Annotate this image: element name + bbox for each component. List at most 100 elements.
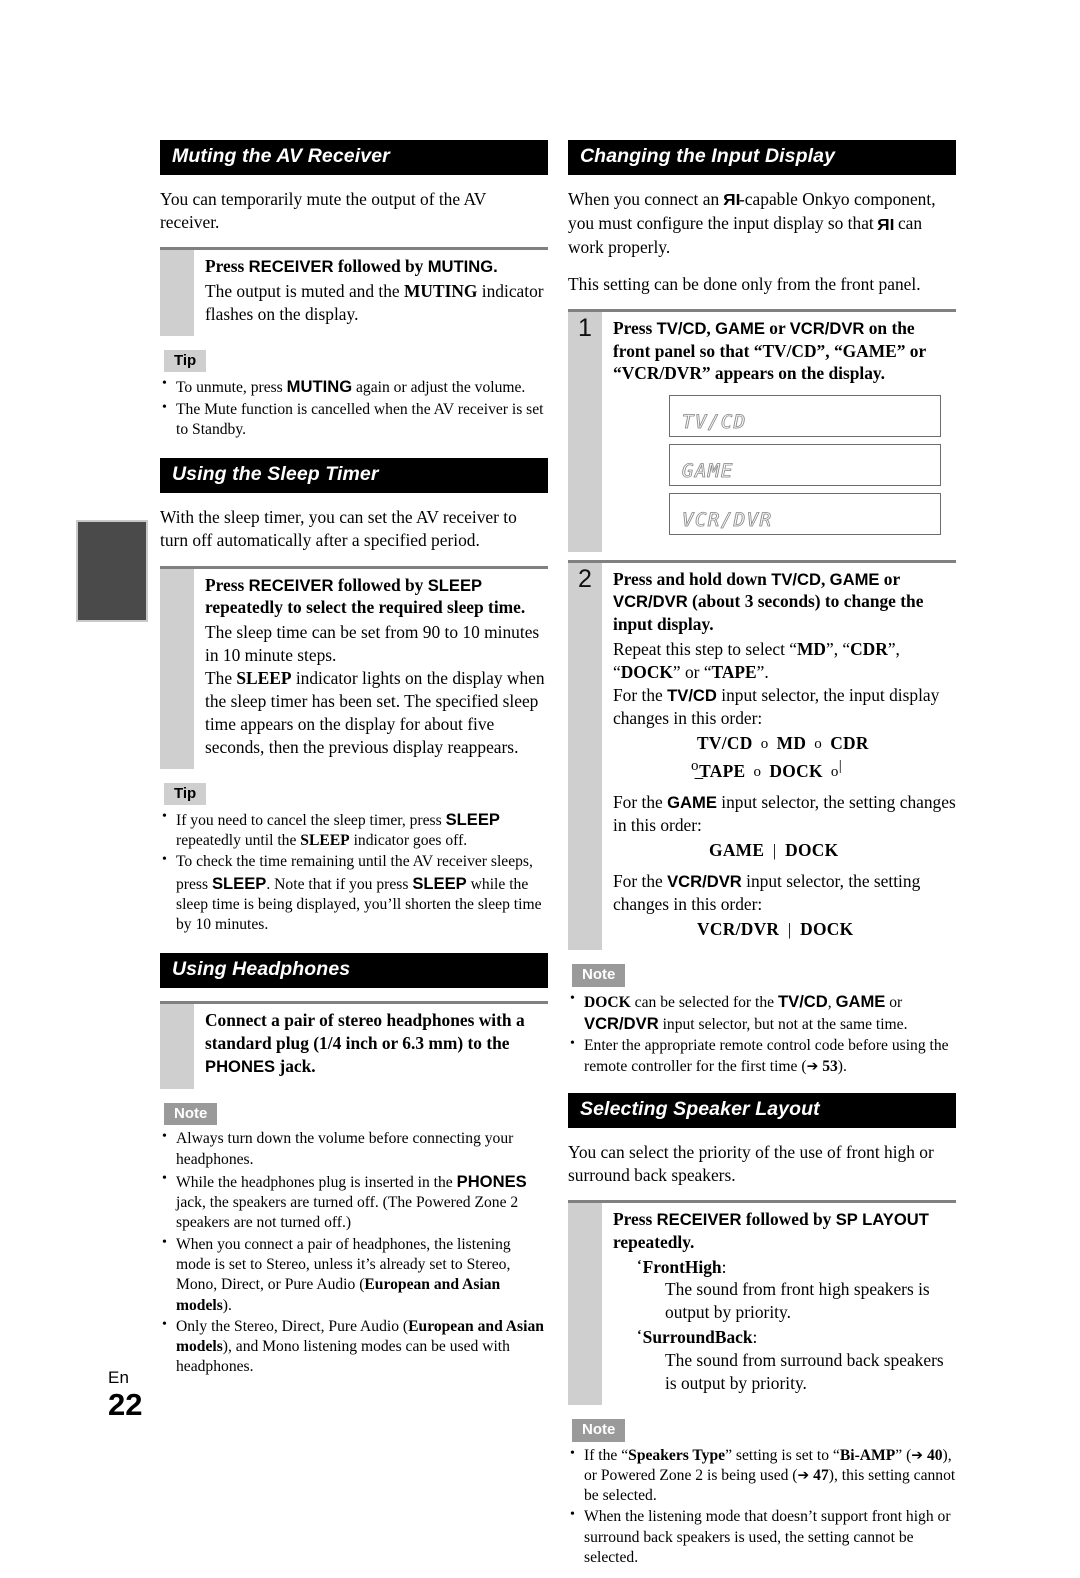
text-run: For the — [613, 870, 668, 891]
section-heading-sleep-timer: Using the Sleep Timer — [160, 458, 548, 493]
thumb-index-tab — [76, 520, 148, 622]
key-name: RECEIVER — [656, 1210, 742, 1230]
speaker-option-front-high-desc: The sound from front high speakers is ou… — [665, 1279, 930, 1323]
text-run: or — [764, 317, 790, 338]
step-gutter — [568, 1203, 602, 1406]
sleep-timer-step-block: Press RECEIVER followed by SLEEP repeate… — [160, 565, 548, 769]
key-name: TV/CD — [777, 991, 828, 1011]
key-name: SLEEP — [427, 575, 483, 595]
cycle-arrow-icon: | — [838, 758, 843, 775]
flow-node: VCR/DVR — [697, 918, 780, 939]
lcd-text: TV/CD — [682, 410, 747, 434]
headphones-step-lead: Connect a pair of stereo headphones with… — [205, 1009, 548, 1077]
option-name: MD — [797, 638, 826, 659]
step-body: Press TV/CD, GAME or VCR/DVR on the fron… — [602, 312, 956, 552]
list-item: When the listening mode that doesn’t sup… — [568, 1506, 956, 1568]
page-ref: 47 — [813, 1466, 829, 1484]
speaker-option-surround-back: ‘SurroundBack: — [637, 1327, 758, 1348]
input-display-intro: When you connect an RI-capable Onkyo com… — [568, 188, 956, 260]
text-run: , — [706, 317, 716, 338]
setting-value: Bi-AMP — [839, 1446, 896, 1464]
step-body: Press RECEIVER followed by SP LAYOUT rep… — [602, 1203, 956, 1405]
list-item: To check the time remaining until the AV… — [160, 851, 548, 935]
step-1-lead: Press TV/CD, GAME or VCR/DVR on the fron… — [613, 317, 956, 385]
option-name: FrontHigh — [642, 1256, 722, 1277]
list-item: Only the Stereo, Direct, Pure Audio (Eur… — [160, 1316, 548, 1378]
option-name: CDR — [850, 638, 888, 659]
text-run: Press — [613, 1209, 657, 1230]
lcd-display-game: GAME — [669, 443, 941, 486]
list-item: To unmute, press MUTING again or adjust … — [160, 375, 548, 398]
flow-node: TV/CD — [697, 732, 753, 753]
cycle-arrow-icon: o — [806, 735, 831, 752]
model-name: European and Asian models — [176, 1317, 544, 1356]
ri-logo-icon: RI — [878, 216, 894, 234]
key-name: TV/CD — [656, 318, 707, 338]
input-display-intro-2: This setting can be done only from the f… — [568, 273, 921, 294]
sleep-step-lead: Press RECEIVER followed by SLEEP repeate… — [205, 574, 548, 619]
text-run: repeatedly to select the required sleep … — [205, 597, 526, 618]
flow-node: GAME — [709, 840, 765, 861]
text-run: jack. — [275, 1055, 316, 1076]
setting-name: Speakers Type — [628, 1446, 726, 1464]
section-heading-speaker-layout: Selecting Speaker Layout — [568, 1092, 956, 1128]
text-run: For the — [613, 684, 668, 705]
input-display-note-list: DOCK can be selected for the TV/CD, GAME… — [568, 990, 956, 1077]
page-ref: 53 — [822, 1057, 838, 1075]
step-body: Connect a pair of stereo headphones with… — [194, 1004, 548, 1089]
page-ref: 40 — [926, 1446, 943, 1464]
muting-step-block: Press RECEIVER followed by MUTING. The o… — [160, 247, 548, 337]
key-name: SLEEP — [445, 809, 500, 829]
text-run: Press and hold down — [613, 568, 772, 589]
sleep-tip-list: If you need to cancel the sleep timer, p… — [160, 808, 548, 936]
step-body: Press and hold down TV/CD, GAME or VCR/D… — [602, 563, 956, 951]
left-column: Muting the AV Receiver You can temporari… — [160, 140, 548, 1388]
key-name: MUTING — [286, 377, 353, 397]
sleep-step-text-1: The sleep time can be set from 90 to 10 … — [205, 621, 540, 665]
flow-game: GAME | DOCK — [613, 840, 956, 862]
cycle-arrow-icon: | — [768, 841, 782, 861]
section-heading-headphones: Using Headphones — [160, 953, 548, 989]
speaker-layout-step-block: Press RECEIVER followed by SP LAYOUT rep… — [568, 1200, 956, 1406]
section-heading-input-display: Changing the Input Display — [568, 140, 956, 175]
page-ref-arrow-icon: ➔ — [806, 1058, 819, 1075]
input-display-step-1: 1 Press TV/CD, GAME or VCR/DVR on the fr… — [568, 308, 956, 552]
text-run: ” or “ — [672, 661, 712, 682]
option-name: TAPE — [711, 661, 757, 682]
flow-node: TAPE — [699, 761, 746, 782]
key-name: SLEEP — [412, 873, 467, 893]
ri-logo-icon: RI — [723, 192, 740, 210]
sleep-timer-intro: With the sleep timer, you can set the AV… — [160, 506, 517, 551]
indicator-name: MUTING — [404, 281, 478, 302]
step-number-2: 2 — [568, 562, 602, 951]
list-item: Always turn down the volume before conne… — [160, 1128, 548, 1170]
text-run: followed by — [333, 256, 428, 277]
lcd-display-tvcd: TV/CD — [669, 394, 941, 437]
option-name: DOCK — [584, 993, 631, 1011]
key-name: GAME — [667, 793, 717, 813]
lcd-text: GAME — [682, 459, 734, 483]
step-2-game-text: For the GAME input selector, the setting… — [613, 791, 956, 837]
text-run: Press — [205, 256, 249, 277]
lcd-text: VCR/DVR — [682, 508, 773, 532]
flow-node: CDR — [830, 732, 869, 753]
list-item: Enter the appropriate remote control cod… — [568, 1035, 956, 1077]
sleep-step-text-2: The SLEEP indicator lights on the displa… — [205, 667, 548, 759]
key-name: GAME — [835, 991, 886, 1011]
text-run: ”. — [756, 661, 769, 682]
key-name: GAME — [715, 318, 765, 338]
text-run: followed by — [333, 574, 428, 595]
page-ref-arrow-icon: ➔ — [797, 1467, 810, 1484]
section-heading-muting: Muting the AV Receiver — [160, 140, 548, 175]
cycle-arrow-icon: | — [783, 919, 797, 939]
indicator-name: SLEEP — [236, 667, 292, 688]
step-2-tvcd-text: For the TV/CD input selector, the input … — [613, 684, 956, 730]
speaker-layout-step-lead: Press RECEIVER followed by SP LAYOUT rep… — [613, 1208, 956, 1253]
speaker-option-front-high: ‘FrontHigh: — [637, 1256, 727, 1277]
key-name: SP LAYOUT — [835, 1210, 929, 1230]
flow-vcrdvr: VCR/DVR | DOCK — [613, 919, 956, 941]
cycle-arrow-icon: o — [822, 764, 839, 781]
flow-tvcd-line-2: o̲TAPE o DOCK o| — [691, 758, 843, 782]
indicator-name: SLEEP — [300, 832, 350, 850]
model-name: European and Asian models — [176, 1276, 501, 1314]
